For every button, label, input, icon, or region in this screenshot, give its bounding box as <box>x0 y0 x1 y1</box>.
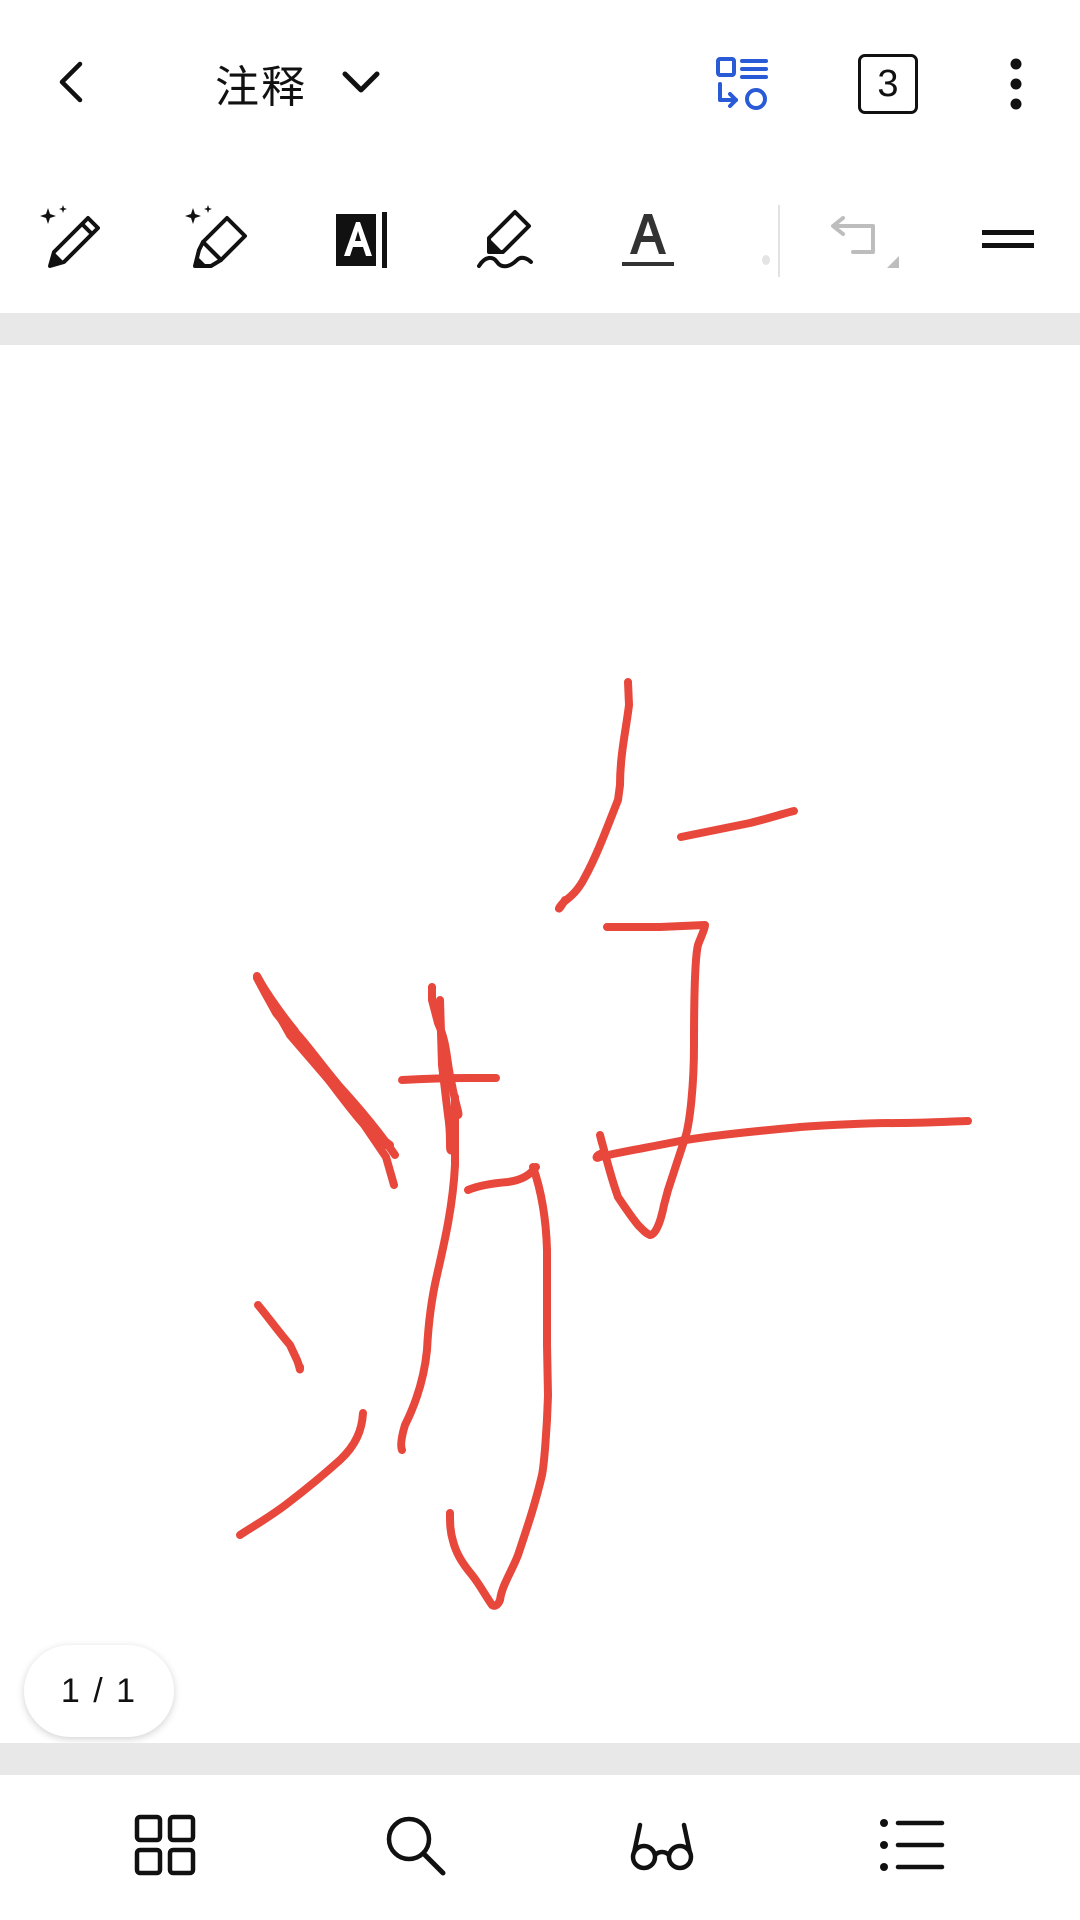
bottom-navigation <box>0 1775 1080 1920</box>
search-button[interactable] <box>375 1805 455 1885</box>
toolbar-collapse-button[interactable] <box>968 200 1048 280</box>
ai-highlighter-tool[interactable] <box>175 200 255 280</box>
mode-selector[interactable]: 注释 <box>215 48 383 118</box>
toolbar-divider <box>778 205 780 277</box>
page-title: 注释 <box>215 62 307 113</box>
outline-button[interactable] <box>872 1805 952 1885</box>
text-color-icon <box>622 214 674 266</box>
page-bottom-gutter <box>0 1743 1080 1775</box>
top-app-bar: 注释 3 <box>0 0 1080 165</box>
search-icon <box>386 1816 446 1876</box>
text-color-tool[interactable] <box>608 200 688 280</box>
undo-button[interactable] <box>825 200 905 280</box>
more-options-button[interactable] <box>1000 52 1032 116</box>
ai-highlighter-icon <box>185 205 247 268</box>
page-indicator: 1 / 1 <box>24 1645 174 1737</box>
ink-stroke-5 <box>253 972 398 1189</box>
document-page[interactable] <box>0 345 1080 1743</box>
handwriting-annotation[interactable] <box>0 345 1080 1743</box>
thumbnails-button[interactable] <box>125 1805 205 1885</box>
page-count-button[interactable]: 3 <box>858 54 918 114</box>
ink-stroke-10 <box>464 1163 540 1194</box>
toolbar-collapse-icon <box>982 230 1034 248</box>
chevron-left-icon <box>59 61 83 103</box>
pdf-annotation-screen: 注释 3 1 / 1 <box>0 0 1080 1920</box>
reflow-view-button[interactable] <box>710 52 774 116</box>
ink-stroke-8 <box>398 1074 500 1084</box>
read-mode-button[interactable] <box>622 1805 702 1885</box>
signature-tool[interactable] <box>465 200 545 280</box>
reflow-view-icon <box>716 57 768 110</box>
signature-pen-icon <box>477 210 533 269</box>
more-vertical-icon <box>1010 58 1022 110</box>
annotation-toolbar <box>0 165 1080 313</box>
chevron-down-icon <box>339 61 383 105</box>
ai-pen-tool[interactable] <box>30 200 110 280</box>
read-mode-glasses-icon <box>630 1822 694 1871</box>
ink-stroke-11 <box>446 1163 552 1610</box>
ink-stroke-13 <box>236 1409 367 1539</box>
ink-stroke-12 <box>254 1301 304 1374</box>
ai-pen-icon <box>40 205 100 268</box>
ink-stroke-16 <box>596 921 709 1239</box>
back-button[interactable] <box>40 50 104 114</box>
ink-stroke-14 <box>555 678 633 913</box>
text-box-tool[interactable] <box>320 200 400 280</box>
ink-stroke-17 <box>592 1117 972 1162</box>
undo-icon <box>831 216 899 268</box>
thumbnails-grid-icon <box>134 1814 196 1876</box>
ink-stroke-15 <box>677 807 798 841</box>
outline-list-icon <box>880 1819 945 1871</box>
text-box-icon <box>336 212 387 268</box>
toolbar-scroll-dot <box>762 255 770 265</box>
page-top-gutter <box>0 313 1080 345</box>
